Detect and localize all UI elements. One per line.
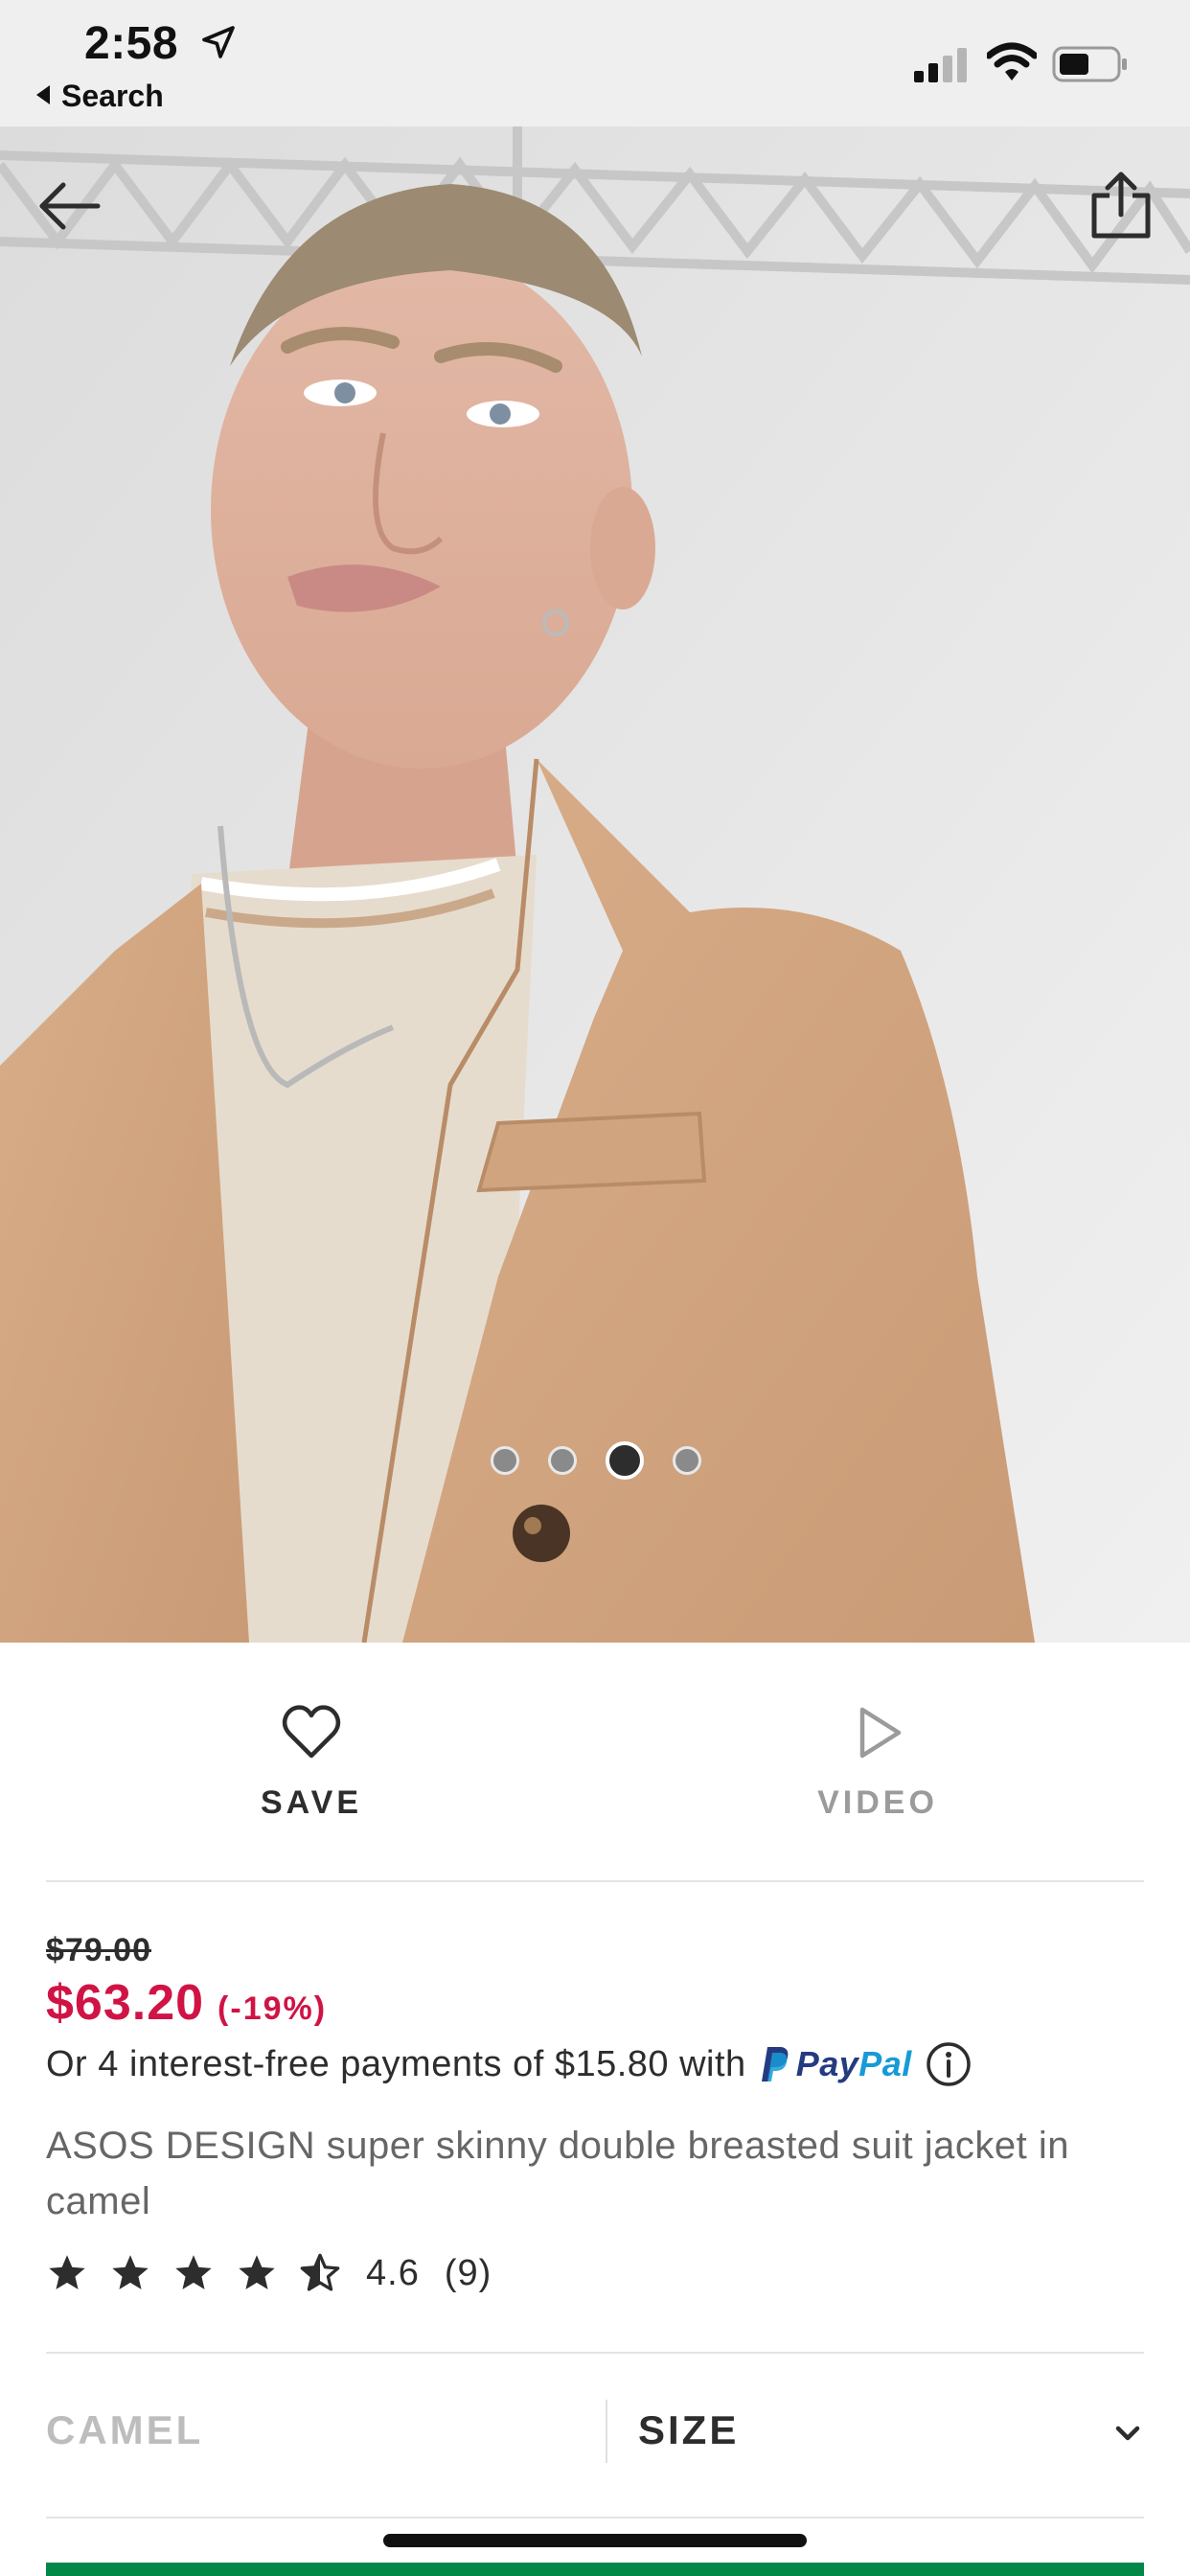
- product-actions: SAVE VIDEO: [0, 1643, 1190, 1882]
- divider: [46, 2517, 1144, 2518]
- installments-row: Or 4 interest-free payments of $15.80 wi…: [46, 2041, 972, 2087]
- discount-percentage: (-19%): [217, 1990, 328, 2027]
- paypal-pay: Pay: [795, 2044, 859, 2083]
- play-icon: [859, 1707, 902, 1759]
- status-bar: 2:58 Search: [0, 0, 1190, 126]
- colour-label: CAMEL: [46, 2407, 204, 2452]
- variant-selectors: CAMEL SIZE: [46, 2358, 1144, 2518]
- original-price: $79.00: [46, 1932, 151, 1968]
- star-icon: [239, 2255, 275, 2289]
- size-label: SIZE: [638, 2407, 740, 2452]
- divider: [46, 1880, 1144, 1882]
- wifi-icon: [987, 42, 1037, 80]
- info-icon[interactable]: [926, 2041, 972, 2087]
- installments-text: Or 4 interest-free payments of $15.80 wi…: [46, 2043, 746, 2084]
- rating-value: 4.6: [366, 2252, 420, 2293]
- gallery-dot-active[interactable]: [606, 1441, 644, 1480]
- gallery-dot[interactable]: [491, 1446, 519, 1475]
- chevron-down-icon: [1115, 2426, 1140, 2441]
- back-triangle-icon: [36, 85, 50, 104]
- rating-count: (9): [444, 2252, 492, 2293]
- product-image-gallery[interactable]: [0, 126, 1190, 1643]
- sale-price-row: $63.20 (-19%): [46, 1974, 327, 2032]
- battery-icon: [1052, 46, 1127, 82]
- back-arrow-icon[interactable]: [36, 172, 103, 240]
- heart-icon: [282, 1705, 341, 1759]
- save-label: SAVE: [260, 1784, 363, 1821]
- video-button[interactable]: VIDEO: [763, 1702, 993, 1822]
- size-dropdown[interactable]: SIZE: [630, 2396, 1144, 2472]
- back-to-search-link[interactable]: Search: [36, 79, 164, 114]
- star-half-icon: [300, 2253, 340, 2291]
- star-icon: [49, 2255, 85, 2289]
- paypal-pal: Pal: [858, 2044, 912, 2083]
- selector-divider: [606, 2400, 607, 2463]
- product-photo: [0, 126, 1190, 1643]
- back-app-label: Search: [61, 79, 164, 113]
- location-arrow-icon: [202, 26, 235, 58]
- gallery-dot[interactable]: [673, 1446, 701, 1475]
- paypal-logo: PayPal: [760, 2044, 912, 2084]
- paypal-mark-icon: [761, 2047, 789, 2082]
- sale-price: $63.20: [46, 1975, 205, 2031]
- home-indicator: [383, 2534, 807, 2547]
- gallery-pagination: [491, 1441, 701, 1480]
- rating-row[interactable]: 4.6 (9): [46, 2252, 492, 2294]
- save-button[interactable]: SAVE: [196, 1702, 426, 1822]
- share-icon[interactable]: [1090, 171, 1152, 240]
- star-icon: [112, 2255, 149, 2289]
- star-icon: [175, 2255, 212, 2289]
- gallery-dot[interactable]: [548, 1446, 577, 1475]
- add-to-bag-bar[interactable]: [46, 2563, 1144, 2576]
- video-label: VIDEO: [817, 1784, 938, 1821]
- product-title: ASOS DESIGN super skinny double breasted…: [46, 2125, 1070, 2222]
- status-time: 2:58: [84, 18, 179, 69]
- divider: [46, 2352, 1144, 2354]
- cellular-signal-icon: [914, 48, 967, 82]
